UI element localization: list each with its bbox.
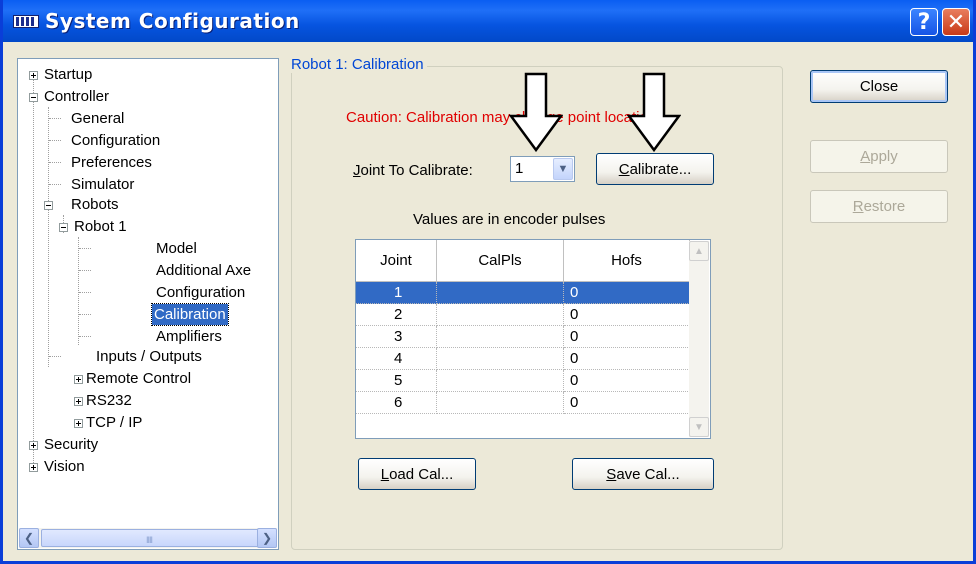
load-cal-button[interactable]: Load Cal... — [358, 458, 476, 490]
tree-horizontal-scrollbar[interactable]: ❮ IIII ❯ — [19, 528, 277, 548]
tree-item-robot-1[interactable]: Robot 1 — [72, 216, 129, 237]
chevron-up-icon: ▲ — [694, 245, 704, 257]
collapse-robots-icon[interactable] — [44, 201, 53, 210]
chevron-right-icon: ❯ — [261, 531, 273, 545]
expand-startup-icon[interactable] — [29, 71, 38, 80]
calibration-table[interactable]: Joint CalPls Hofs 1 0 2 0 3 0 4 0 5 0 6 … — [355, 239, 711, 439]
column-header-joint[interactable]: Joint — [356, 240, 437, 282]
help-button[interactable]: ? — [910, 8, 938, 36]
tree-item-robot-configuration[interactable]: Configuration — [154, 282, 247, 303]
expand-rs232-icon[interactable] — [74, 397, 83, 406]
system-configuration-window: System Configuration ? ✕ Startup Control… — [0, 0, 976, 564]
scroll-up-button[interactable]: ▲ — [689, 241, 709, 261]
dropdown-button[interactable]: ▼ — [553, 158, 573, 180]
tree-item-configuration[interactable]: Configuration — [69, 130, 162, 151]
app-icon — [13, 15, 39, 28]
collapse-controller-icon[interactable] — [29, 93, 38, 102]
window-title: System Configuration — [45, 9, 300, 33]
joint-select[interactable]: 1 ▼ — [510, 156, 575, 182]
table-row[interactable]: 4 0 — [356, 348, 690, 370]
help-icon: ? — [917, 9, 931, 35]
chevron-down-icon: ▼ — [557, 163, 569, 175]
table-row[interactable]: 5 0 — [356, 370, 690, 392]
table-row[interactable]: 1 0 — [356, 282, 690, 304]
table-row[interactable]: 3 0 — [356, 326, 690, 348]
column-header-calpls[interactable]: CalPls — [437, 240, 564, 282]
joint-to-calibrate-label: Joint To Calibrate: — [353, 162, 473, 179]
table-row[interactable]: 6 0 — [356, 392, 690, 414]
chevron-left-icon: ❮ — [23, 531, 35, 545]
tree-item-additional-axes[interactable]: Additional Axe — [154, 260, 253, 281]
scroll-grip-icon: IIII — [146, 535, 153, 545]
tree-item-model[interactable]: Model — [154, 238, 199, 259]
tree-item-simulator[interactable]: Simulator — [69, 174, 136, 195]
save-cal-button[interactable]: Save Cal... — [572, 458, 714, 490]
calibrate-button[interactable]: Calibrate... — [596, 153, 714, 185]
tree-item-inputs-outputs[interactable]: Inputs / Outputs — [94, 346, 204, 367]
apply-button[interactable]: Apply — [810, 140, 948, 173]
expand-security-icon[interactable] — [29, 441, 38, 450]
down-arrow-icon — [627, 72, 681, 152]
tree-item-robots[interactable]: Robots — [69, 194, 121, 215]
config-tree[interactable]: Startup Controller General Configuration… — [17, 58, 279, 550]
close-icon: ✕ — [946, 9, 966, 35]
title-bar[interactable]: System Configuration ? ✕ — [3, 0, 973, 42]
scroll-thumb[interactable]: IIII — [41, 529, 263, 547]
table-row[interactable]: 2 0 — [356, 304, 690, 326]
scroll-right-button[interactable]: ❯ — [257, 528, 277, 548]
tree-item-general[interactable]: General — [69, 108, 126, 129]
scroll-left-button[interactable]: ❮ — [19, 528, 39, 548]
tree-item-security[interactable]: Security — [42, 434, 100, 455]
collapse-robot-1-icon[interactable] — [59, 223, 68, 232]
scroll-down-button[interactable]: ▼ — [689, 417, 709, 437]
joint-select-value: 1 — [515, 160, 524, 177]
units-note: Values are in encoder pulses — [413, 211, 606, 228]
tree-item-remote-control[interactable]: Remote Control — [84, 368, 193, 389]
chevron-down-icon: ▼ — [694, 421, 704, 433]
restore-button[interactable]: Restore — [810, 190, 948, 223]
close-button[interactable]: Close — [810, 70, 948, 103]
column-header-hofs[interactable]: Hofs — [564, 240, 690, 282]
tree-item-preferences[interactable]: Preferences — [69, 152, 154, 173]
tree-item-tcp-ip[interactable]: TCP / IP — [84, 412, 144, 433]
caution-message: Caution: Calibration may change point lo… — [346, 109, 664, 126]
down-arrow-icon — [509, 72, 563, 152]
group-title: Robot 1: Calibration — [288, 56, 427, 73]
tree-item-amplifiers[interactable]: Amplifiers — [154, 326, 224, 347]
tree-item-controller[interactable]: Controller — [42, 86, 111, 107]
tree-item-calibration[interactable]: Calibration — [151, 303, 229, 326]
tree-item-rs232[interactable]: RS232 — [84, 390, 134, 411]
table-vertical-scrollbar[interactable]: ▲ ▼ — [689, 241, 709, 437]
tree-item-vision[interactable]: Vision — [42, 456, 87, 477]
expand-vision-icon[interactable] — [29, 463, 38, 472]
expand-tcp-ip-icon[interactable] — [74, 419, 83, 428]
expand-remote-control-icon[interactable] — [74, 375, 83, 384]
window-close-button[interactable]: ✕ — [942, 8, 970, 36]
tree-item-startup[interactable]: Startup — [42, 64, 94, 85]
